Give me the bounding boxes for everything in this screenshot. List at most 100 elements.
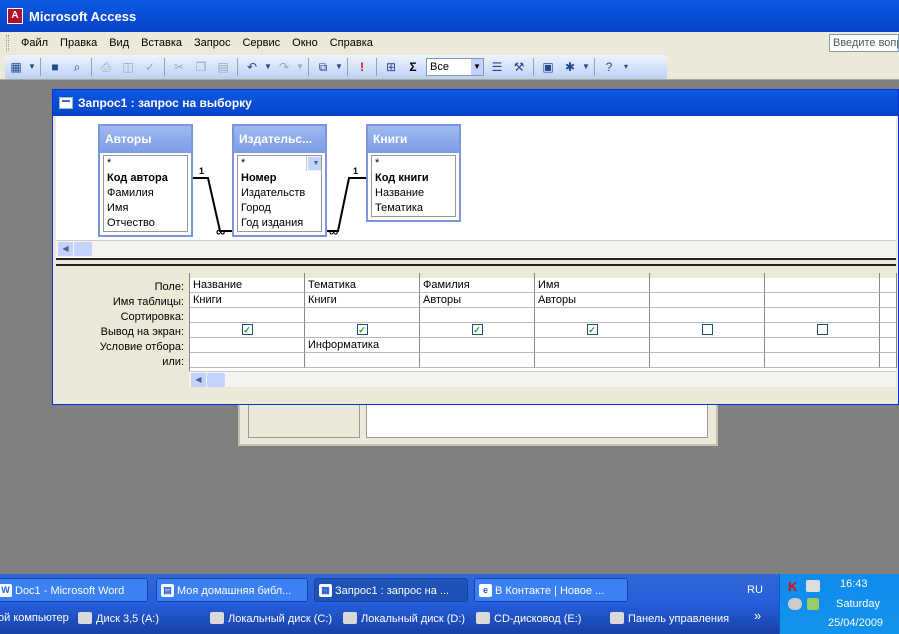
grid-field-cell[interactable]: Тематика xyxy=(305,278,420,293)
grid-show-cell[interactable] xyxy=(650,323,765,338)
query-type-icon[interactable]: ⧉ xyxy=(313,57,333,77)
grid-sort-cell[interactable] xyxy=(880,308,897,323)
grid-criteria-cell[interactable] xyxy=(880,338,897,353)
query-type-dropdown-icon[interactable]: ▼ xyxy=(335,57,343,77)
menu-query[interactable]: Запрос xyxy=(188,37,236,49)
builder-icon[interactable]: ⚒ xyxy=(509,57,529,77)
toolbar-options-icon[interactable]: ▾ xyxy=(621,57,631,77)
grid-show-cell[interactable]: ✓ xyxy=(190,323,305,338)
grid-or-cell[interactable] xyxy=(420,353,535,368)
scroll-left-icon[interactable]: ◀ xyxy=(191,373,206,387)
properties-icon[interactable]: ☰ xyxy=(487,57,507,77)
grid-show-cell[interactable] xyxy=(765,323,880,338)
grid-or-cell[interactable] xyxy=(190,353,305,368)
undo-icon[interactable]: ↶ xyxy=(242,57,262,77)
grid-criteria-cell[interactable] xyxy=(190,338,305,353)
grid-sort-cell[interactable] xyxy=(420,308,535,323)
grid-table-cell[interactable] xyxy=(880,293,897,308)
show-checkbox[interactable]: ✓ xyxy=(586,324,598,335)
show-checkbox[interactable]: ✓ xyxy=(356,324,368,335)
safely-remove-icon[interactable] xyxy=(807,598,819,610)
spelling-icon[interactable]: ✓ xyxy=(140,57,160,77)
grid-show-cell[interactable]: ✓ xyxy=(420,323,535,338)
grid-show-cell[interactable]: ✓ xyxy=(305,323,420,338)
language-indicator[interactable]: RU xyxy=(735,578,775,602)
grid-criteria-cell[interactable] xyxy=(765,338,880,353)
grid-field-cell[interactable]: Фамилия xyxy=(420,278,535,293)
grid-show-cell[interactable]: ✓ xyxy=(535,323,650,338)
grid-or-cell[interactable] xyxy=(880,353,897,368)
quick-more-chevron-icon[interactable]: » xyxy=(754,608,761,623)
grid-sort-cell[interactable] xyxy=(765,308,880,323)
copy-icon[interactable]: ❐ xyxy=(191,57,211,77)
grid-field-cell[interactable] xyxy=(650,278,765,293)
menu-window[interactable]: Окно xyxy=(286,37,324,49)
grid-criteria-cell[interactable] xyxy=(420,338,535,353)
print-preview-icon[interactable]: ◫ xyxy=(118,57,138,77)
new-object-icon[interactable]: ✱ xyxy=(560,57,580,77)
database-window-background[interactable] xyxy=(238,398,718,446)
top-values-select[interactable]: Все ▼ xyxy=(426,58,484,76)
grid-criteria-cell[interactable] xyxy=(650,338,765,353)
grid-field-cell[interactable] xyxy=(765,278,880,293)
redo-dropdown-icon[interactable]: ▼ xyxy=(296,57,304,77)
save-icon[interactable]: ■ xyxy=(45,57,65,77)
task-library[interactable]: ▤ Моя домашняя библ... xyxy=(156,578,308,602)
design-grid-hscrollbar[interactable]: ◀ xyxy=(189,371,896,387)
redo-icon[interactable]: ↷ xyxy=(274,57,294,77)
quick-disk-c[interactable]: Локальный диск (C:) xyxy=(210,612,332,625)
task-query[interactable]: ▦ Запрос1 : запрос на ... xyxy=(314,578,468,602)
query-window-titlebar[interactable]: Запрос1 : запрос на выборку xyxy=(53,90,898,116)
quick-control-panel[interactable]: Панель управления xyxy=(610,612,729,625)
menu-view[interactable]: Вид xyxy=(103,37,135,49)
access-app-icon[interactable]: A xyxy=(7,8,23,24)
scroll-thumb[interactable] xyxy=(74,242,92,256)
grid-table-cell[interactable] xyxy=(765,293,880,308)
undo-dropdown-icon[interactable]: ▼ xyxy=(264,57,272,77)
menu-insert[interactable]: Вставка xyxy=(135,37,188,49)
network-icon[interactable] xyxy=(806,580,820,592)
clock-time[interactable]: 16:43 xyxy=(840,578,868,590)
grid-sort-cell[interactable] xyxy=(190,308,305,323)
run-icon[interactable]: ! xyxy=(352,57,372,77)
grid-table-cell[interactable]: Авторы xyxy=(420,293,535,308)
grid-sort-cell[interactable] xyxy=(650,308,765,323)
view-grid-icon[interactable]: ▦ xyxy=(6,57,26,77)
grid-or-cell[interactable] xyxy=(535,353,650,368)
grid-criteria-cell[interactable]: Информатика xyxy=(305,338,420,353)
task-browser[interactable]: e В Контакте | Новое ... xyxy=(474,578,628,602)
new-object-dropdown-icon[interactable]: ▼ xyxy=(582,57,590,77)
show-checkbox[interactable] xyxy=(701,324,713,335)
menu-help[interactable]: Справка xyxy=(324,37,379,49)
cut-icon[interactable]: ✂ xyxy=(169,57,189,77)
grid-field-cell[interactable]: Название xyxy=(190,278,305,293)
grid-or-cell[interactable] xyxy=(305,353,420,368)
volume-icon[interactable] xyxy=(788,598,802,610)
clock-date[interactable]: 25/04/2009 xyxy=(828,617,883,629)
antivirus-icon[interactable]: K xyxy=(788,579,800,594)
task-word[interactable]: W Doc1 - Microsoft Word xyxy=(0,578,148,602)
show-checkbox[interactable]: ✓ xyxy=(471,324,483,335)
show-checkbox[interactable]: ✓ xyxy=(241,324,253,335)
menu-file[interactable]: Файл xyxy=(15,37,54,49)
grid-or-cell[interactable] xyxy=(765,353,880,368)
print-icon[interactable]: ⎙ xyxy=(96,57,116,77)
tables-pane-hscrollbar[interactable]: ◀ xyxy=(56,240,896,257)
grid-show-cell[interactable] xyxy=(880,323,897,338)
quick-floppy[interactable]: Диск 3,5 (A:) xyxy=(78,612,159,625)
pane-splitter[interactable] xyxy=(56,258,896,266)
quick-cd-e[interactable]: CD-дисковод (E:) xyxy=(476,612,581,625)
chevron-down-icon[interactable]: ▼ xyxy=(471,59,483,75)
database-window-icon[interactable]: ▣ xyxy=(538,57,558,77)
grid-sort-cell[interactable] xyxy=(535,308,650,323)
totals-icon[interactable]: Σ xyxy=(403,57,423,77)
show-checkbox[interactable] xyxy=(816,324,828,335)
grid-or-cell[interactable] xyxy=(650,353,765,368)
scroll-thumb[interactable] xyxy=(207,373,225,387)
menubar-grip[interactable] xyxy=(6,35,9,51)
grid-sort-cell[interactable] xyxy=(305,308,420,323)
menu-edit[interactable]: Правка xyxy=(54,37,103,49)
grid-field-cell[interactable]: Имя xyxy=(535,278,650,293)
search-db-icon[interactable]: ⌕ xyxy=(67,57,87,77)
quick-my-computer[interactable]: ой компьютер xyxy=(0,612,69,624)
